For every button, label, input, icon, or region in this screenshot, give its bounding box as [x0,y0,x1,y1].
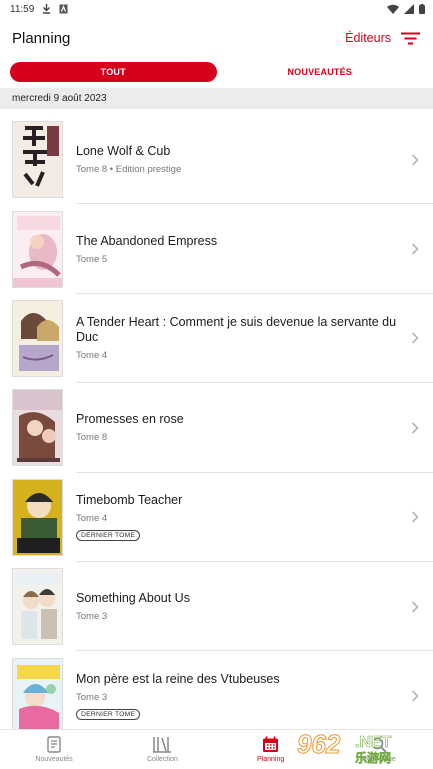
list-item[interactable]: Promesses en rose Tome 8 [0,383,433,473]
nav-new-releases[interactable]: Nouveautés [0,730,108,769]
cover-image [12,389,63,467]
item-title: Promesses en rose [76,412,184,427]
site-watermark: 962 .NET 乐游网 [295,727,429,766]
watermark-text: 乐游网 [355,750,391,765]
nav-label: Planning [257,756,285,763]
nav-label: Collection [147,756,178,763]
item-subtitle: Tome 3 [76,611,108,623]
list-item[interactable]: The Abandoned Empress Tome 5 [0,204,433,294]
nav-collection[interactable]: Collection [108,730,216,769]
app-notification-icon [59,4,68,14]
item-subtitle: Tome 4 [76,350,108,362]
list-item[interactable]: A Tender Heart : Comment je suis devenue… [0,294,433,384]
item-title: The Abandoned Empress [76,233,218,248]
chevron-right-icon [411,154,419,166]
date-section-header: mercredi 9 août 2023 [0,88,433,109]
chevron-right-icon [411,511,419,523]
watermark-suffix: .NET [355,734,392,751]
chevron-right-icon [411,332,419,345]
list-item[interactable]: Lone Wolf & Cub Tome 8 • Edition prestig… [0,115,433,205]
item-subtitle: Tome 5 [76,253,108,265]
calendar-icon [263,736,279,752]
tab-bar: TOUT NOUVEAUTÉS [0,58,433,86]
item-title: Something About Us [76,591,190,606]
list-item[interactable]: Timebomb Teacher Tome 4 DERNIER TOME [0,473,433,562]
item-subtitle: Tome 3 [76,691,108,703]
item-title: Lone Wolf & Cub [76,144,171,159]
wifi-icon [387,4,399,14]
book-icon [47,736,61,753]
cover-image [12,478,63,556]
page-title: Planning [12,29,71,47]
status-time: 11:59 [10,3,35,15]
item-subtitle: Tome 8 [76,432,108,444]
chevron-right-icon [411,422,419,434]
item-title: Timebomb Teacher [76,492,183,507]
date-label: mercredi 9 août 2023 [12,93,107,104]
chevron-right-icon [411,690,419,702]
item-title: Mon père est la reine des Vtubeuses [76,671,280,686]
watermark-number: 962 [297,729,341,759]
list-item[interactable]: Something About Us Tome 3 [0,562,433,652]
cover-image [12,568,63,646]
release-list: Lone Wolf & Cub Tome 8 • Edition prestig… [0,115,433,741]
publishers-filter-button[interactable]: Éditeurs [345,31,420,45]
item-subtitle: Tome 4 [76,512,108,524]
battery-icon [419,4,425,14]
item-title: A Tender Heart : Comment je suis devenue… [76,315,397,345]
publishers-label: Éditeurs [345,31,391,45]
filter-icon [401,32,420,44]
nav-label: Nouveautés [35,756,73,763]
last-volume-badge: DERNIER TOME [76,708,141,720]
shelf-icon [153,737,172,753]
tab-all[interactable]: TOUT [10,62,217,82]
tab-new-releases[interactable]: NOUVEAUTÉS [217,62,424,82]
cover-image [12,210,63,288]
last-volume-badge: DERNIER TOME [76,529,141,541]
cover-image [12,657,63,735]
status-bar: 11:59 [0,0,433,18]
item-subtitle: Tome 8 • Edition prestige [76,164,182,176]
download-icon [43,4,51,14]
app-bar: Planning Éditeurs [0,18,433,58]
chevron-right-icon [411,601,419,613]
chevron-right-icon [411,243,419,255]
cover-image [12,299,63,377]
cover-image [12,121,63,199]
signal-icon [404,4,414,14]
